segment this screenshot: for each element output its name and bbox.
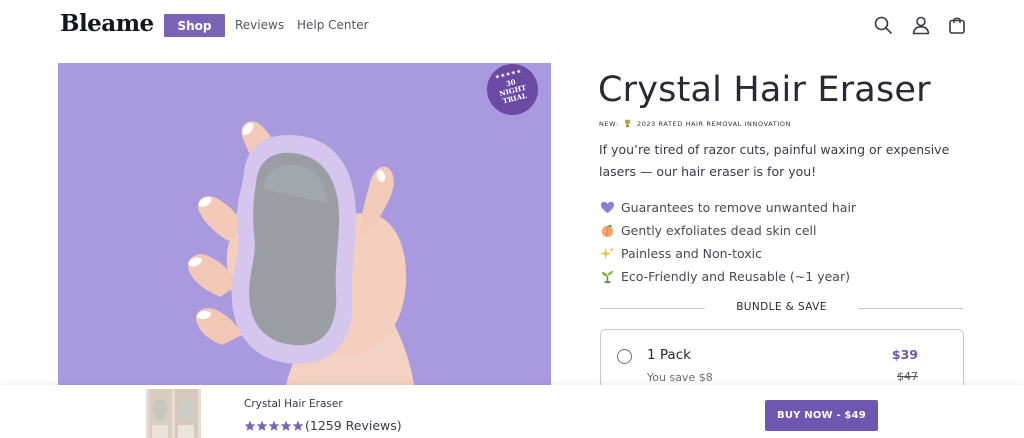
option-price: $39 — [891, 347, 918, 362]
site-header: Bleame Shop Reviews Help Center — [0, 0, 1024, 52]
tagline-prefix: NEW: — [599, 120, 619, 128]
option-original-price: $47 — [897, 370, 918, 383]
tagline-text: 2023 RATED HAIR REMOVAL INNOVATION — [636, 120, 792, 128]
benefits-list: Guarantees to remove unwanted hair Gentl… — [599, 196, 856, 288]
benefit-item: Gently exfoliates dead skin cell — [599, 219, 856, 242]
peach-icon — [599, 222, 616, 239]
benefit-text: Eco-Friendly and Reusable (~1 year) — [621, 269, 850, 284]
buy-now-button[interactable]: BUY NOW - $49 — [765, 400, 878, 431]
nav-help-center[interactable]: Help Center — [297, 18, 369, 32]
star-icon — [244, 420, 256, 432]
nav-shop[interactable]: Shop — [164, 14, 225, 37]
star-icon — [268, 420, 280, 432]
trophy-icon — [623, 119, 632, 127]
logo[interactable]: Bleame — [60, 10, 154, 37]
star-icon — [292, 420, 304, 432]
sparkles-icon — [599, 245, 616, 262]
divider-line-right — [858, 308, 963, 309]
benefit-text: Gently exfoliates dead skin cell — [621, 223, 817, 238]
purple-heart-icon — [599, 199, 616, 216]
bundle-label: BUNDLE & SAVE — [736, 301, 827, 313]
star-icon — [280, 420, 292, 432]
sticky-product-title: Crystal Hair Eraser — [244, 398, 343, 410]
benefit-text: Guarantees to remove unwanted hair — [621, 200, 857, 215]
nav-reviews[interactable]: Reviews — [235, 18, 284, 32]
option-savings: You save $8 — [647, 371, 713, 384]
benefit-text: Painless and Non-toxic — [621, 246, 763, 261]
product-title: Crystal Hair Eraser — [598, 70, 931, 110]
product-lead: If you’re tired of razor cuts, painful w… — [599, 142, 950, 179]
benefit-item: Eco-Friendly and Reusable (~1 year) — [599, 265, 856, 288]
product-image[interactable] — [58, 63, 551, 385]
sticky-buy-bar: Crystal Hair Eraser (1259 Reviews) BUY N… — [0, 385, 1024, 438]
product-thumbnail — [146, 389, 201, 438]
benefit-item: Painless and Non-toxic — [599, 242, 856, 265]
product-tagline: NEW: 2023 RATED HAIR REMOVAL INNOVATION — [599, 119, 791, 128]
benefit-item: Guarantees to remove unwanted hair — [599, 196, 856, 219]
search-icon[interactable] — [873, 15, 893, 35]
rating[interactable]: (1259 Reviews) — [244, 418, 402, 433]
bundle-divider: BUNDLE & SAVE — [600, 298, 963, 318]
option-name: 1 Pack — [647, 347, 691, 363]
reviews-count[interactable]: (1259 Reviews) — [305, 418, 402, 433]
seedling-icon — [599, 268, 616, 285]
option-radio[interactable] — [617, 349, 632, 364]
cart-icon[interactable] — [947, 15, 967, 35]
account-icon[interactable] — [911, 15, 931, 35]
star-icon — [256, 420, 268, 432]
